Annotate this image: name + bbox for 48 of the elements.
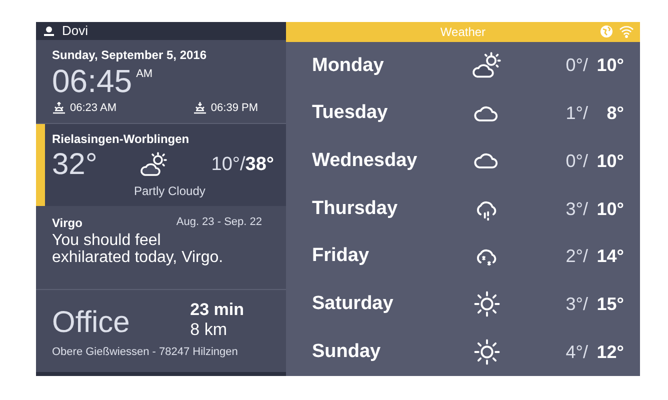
high-temp: 15° [596, 292, 624, 316]
high-temp: 12° [596, 340, 624, 364]
high-temp: 10° [596, 150, 624, 173]
weather-title: Weather [440, 24, 486, 41]
low-temp: 3°/ [566, 292, 588, 316]
current-temp: 32° [52, 148, 98, 182]
address-text: Obere Gießwiessen - 78247 Hilzingen [52, 345, 239, 360]
cloud-sun-icon [140, 151, 168, 179]
condition-text: Partly Cloudy [134, 183, 206, 200]
day-name: Thursday [312, 196, 399, 221]
sunset-icon [192, 102, 207, 114]
destination-name: Office [52, 306, 130, 340]
date-text: Sunday, September 5, 2016 [52, 47, 208, 64]
day-name: Wednesday [312, 149, 418, 174]
wifi-icon [619, 25, 634, 38]
globe-icon [600, 25, 613, 38]
low-temp: 4°/ [566, 340, 588, 364]
low-temp: 10°/ [211, 152, 246, 177]
sun-icon [472, 337, 502, 368]
low-temp: 2°/ [566, 245, 588, 268]
city-name: Rielasingen-Worblingen [52, 131, 190, 148]
low-temp: 0°/ [566, 54, 588, 78]
zodiac-dates: Aug. 23 - Sep. 22 [176, 215, 262, 230]
sun-icon [472, 289, 502, 320]
low-temp: 1°/ [566, 102, 588, 126]
day-name: Sunday [312, 340, 382, 364]
user-icon [44, 26, 54, 36]
horoscope-text: You should feel exhilarated today, Virgo. [52, 232, 224, 266]
high-temp: 8° [606, 102, 624, 126]
day-name: Monday [312, 54, 385, 78]
day-name: Saturday [312, 292, 394, 316]
low-temp: 3°/ [566, 198, 588, 221]
ampm-text: AM [136, 67, 153, 82]
sunset-time: 06:39 PM [210, 101, 258, 116]
day-name: Tuesday [312, 101, 389, 126]
zodiac-sign: Virgo [52, 215, 82, 232]
high-temp: 38° [245, 152, 274, 177]
high-temp: 10° [596, 198, 624, 221]
low-temp: 0°/ [566, 150, 588, 173]
sunrise-icon [52, 102, 66, 114]
travel-distance: 8 km [190, 320, 228, 340]
sunrise-time: 06:23 AM [70, 101, 116, 116]
high-temp: 14° [596, 245, 624, 268]
high-temp: 10° [596, 54, 624, 78]
day-name: Friday [312, 244, 370, 268]
user-name: Dovi [62, 22, 88, 40]
travel-time: 23 min [190, 300, 244, 320]
time-text: 06:45 [52, 64, 132, 98]
